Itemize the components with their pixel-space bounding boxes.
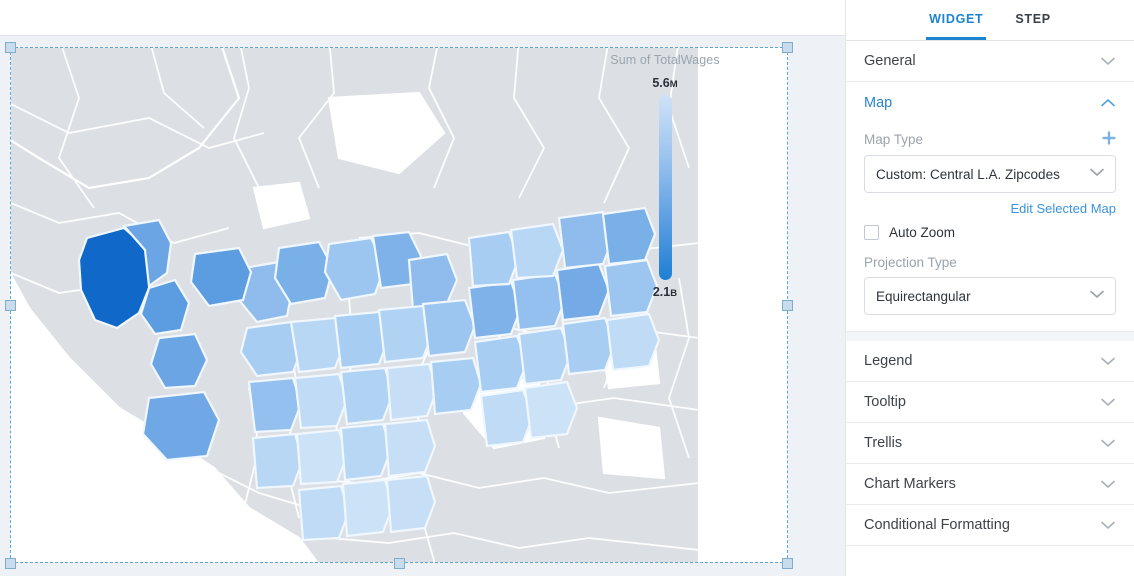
map-region[interactable] [523, 380, 579, 440]
section-general-label: General [864, 53, 916, 69]
section-conditional-formatting[interactable]: Conditional Formatting [846, 505, 1134, 546]
app-root: Sum of TotalWages 5.6M 2.1B WIDGET STEP … [0, 0, 1134, 576]
canvas-top-strip [0, 0, 845, 36]
section-conditional-formatting-label: Conditional Formatting [864, 517, 1010, 533]
projection-type-label: Projection Type [864, 255, 957, 270]
map-region[interactable] [295, 428, 349, 486]
map-region[interactable] [149, 332, 209, 390]
projection-block: Projection Type Equirectangular [864, 255, 1116, 315]
chevron-down-icon [1101, 357, 1115, 365]
section-map-label: Map [864, 94, 893, 111]
map-region[interactable] [339, 366, 395, 426]
tab-widget[interactable]: WIDGET [926, 0, 987, 40]
chevron-down-icon [1090, 168, 1104, 180]
resize-handle-bottom-right[interactable] [782, 558, 793, 569]
section-tooltip[interactable]: Tooltip [846, 382, 1134, 423]
tab-widget-label: WIDGET [929, 11, 984, 26]
dashboard-canvas[interactable]: Sum of TotalWages 5.6M 2.1B [0, 0, 845, 576]
edit-selected-map-link[interactable]: Edit Selected Map [1010, 201, 1116, 216]
section-map[interactable]: Map [846, 82, 1134, 123]
map-region[interactable] [517, 326, 573, 386]
auto-zoom-label: Auto Zoom [889, 225, 956, 240]
map-region[interactable] [341, 478, 395, 538]
legend-title: Sum of TotalWages [610, 53, 720, 67]
plus-icon [1102, 131, 1116, 145]
map-region[interactable] [605, 312, 661, 372]
resize-handle-mid-left[interactable] [5, 300, 16, 311]
map-type-value: Custom: Central L.A. Zipcodes [876, 166, 1060, 182]
add-map-type-icon[interactable] [1102, 131, 1116, 148]
map-region[interactable] [509, 222, 565, 280]
map-region[interactable] [339, 422, 393, 482]
map-region[interactable] [251, 432, 305, 490]
map-type-select[interactable]: Custom: Central L.A. Zipcodes [864, 155, 1116, 193]
tab-step[interactable]: STEP [1012, 0, 1053, 40]
map-region[interactable] [247, 376, 303, 434]
chevron-down-icon [1101, 521, 1115, 529]
widget-properties-panel: WIDGET STEP General Map Map Type Custom:… [845, 0, 1134, 576]
map-region[interactable] [293, 372, 349, 430]
resize-handle-top-left[interactable] [5, 42, 16, 53]
chevron-down-icon [1101, 480, 1115, 488]
tab-step-label: STEP [1015, 11, 1051, 26]
legend-max-value: 5.6M [652, 76, 678, 90]
legend-min-value: 2.1B [652, 285, 678, 299]
chevron-up-icon [1101, 99, 1115, 107]
map-type-label: Map Type [864, 132, 924, 147]
section-general[interactable]: General [846, 41, 1134, 82]
legend-gradient-bar [658, 95, 672, 280]
projection-type-value: Equirectangular [876, 288, 971, 304]
section-legend[interactable]: Legend [846, 341, 1134, 382]
section-tooltip-label: Tooltip [864, 394, 906, 410]
resize-handle-bottom-center[interactable] [394, 558, 405, 569]
map-region[interactable] [421, 298, 477, 358]
section-trellis-label: Trellis [864, 435, 903, 451]
map-region[interactable] [429, 356, 483, 416]
resize-handle-top-right[interactable] [782, 42, 793, 53]
section-trellis[interactable]: Trellis [846, 423, 1134, 464]
resize-handle-mid-right[interactable] [782, 300, 793, 311]
chevron-down-icon [1101, 439, 1115, 447]
projection-type-select[interactable]: Equirectangular [864, 277, 1116, 315]
section-chart-markers[interactable]: Chart Markers [846, 464, 1134, 505]
section-spacer [846, 332, 1134, 341]
map-region[interactable] [297, 484, 351, 542]
chevron-down-icon [1101, 398, 1115, 406]
auto-zoom-checkbox[interactable] [864, 225, 879, 240]
section-chart-markers-label: Chart Markers [864, 476, 956, 492]
edit-map-link-row: Edit Selected Map [864, 201, 1116, 216]
chevron-down-icon [1090, 290, 1104, 302]
map-widget-frame[interactable]: Sum of TotalWages 5.6M 2.1B [10, 47, 788, 563]
map-region[interactable] [385, 362, 439, 422]
resize-handle-bottom-left[interactable] [5, 558, 16, 569]
map-region[interactable] [383, 418, 437, 478]
map-legend: Sum of TotalWages 5.6M 2.1B [595, 53, 735, 299]
chevron-down-icon [1101, 57, 1115, 65]
map-settings-body: Map Type Custom: Central L.A. Zipcodes E… [846, 123, 1134, 332]
panel-tabs: WIDGET STEP [846, 0, 1134, 41]
map-type-label-row: Map Type [864, 131, 1116, 148]
map-region[interactable] [511, 272, 567, 332]
auto-zoom-row[interactable]: Auto Zoom [864, 225, 1116, 240]
map-region[interactable] [385, 474, 437, 534]
section-legend-label: Legend [864, 353, 913, 369]
